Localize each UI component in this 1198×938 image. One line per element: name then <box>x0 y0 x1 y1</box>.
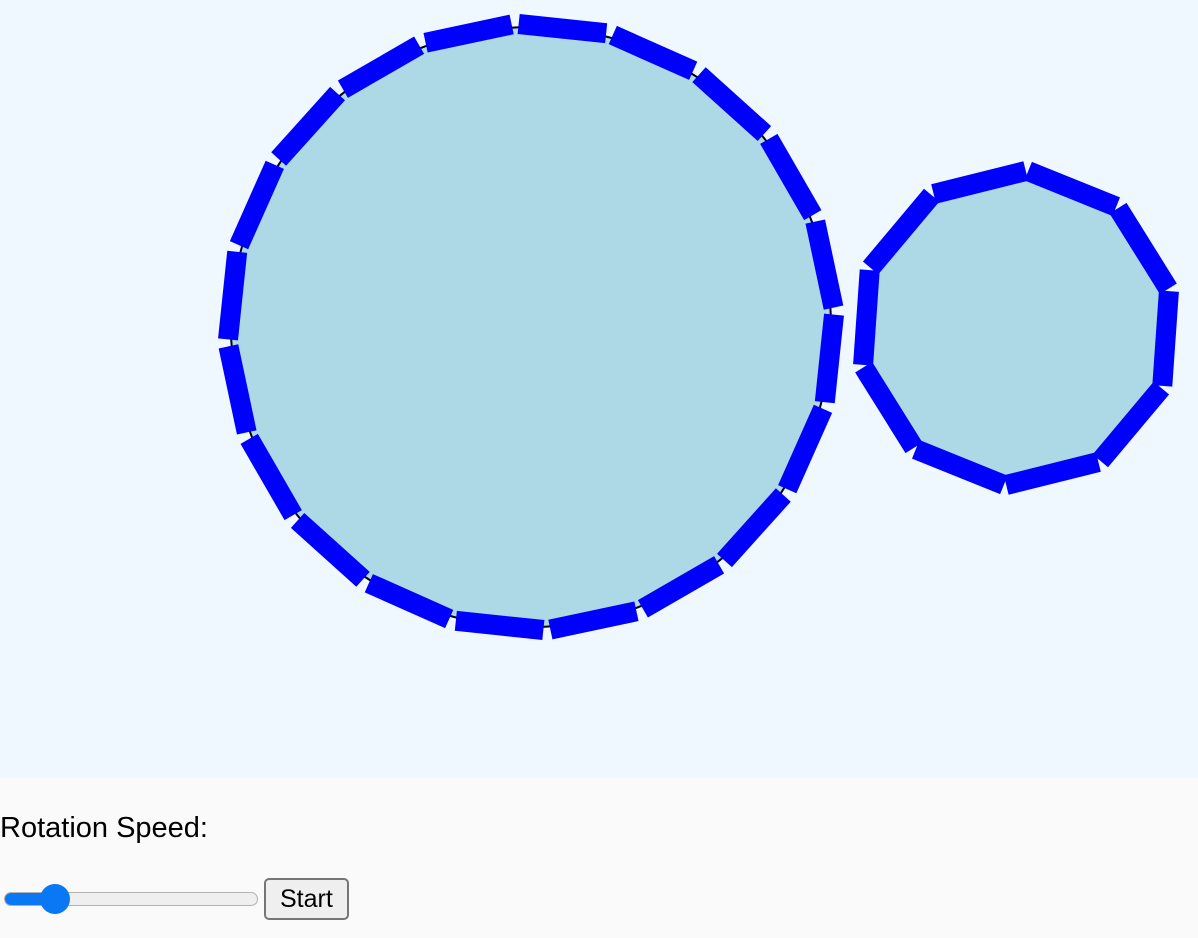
large-gear <box>218 14 844 640</box>
gear-canvas <box>0 0 1198 778</box>
start-button[interactable]: Start <box>264 878 349 920</box>
slider-thumb[interactable] <box>39 884 70 914</box>
control-bar: Start <box>0 878 349 928</box>
rotation-speed-label: Rotation Speed: <box>0 812 208 844</box>
rotation-speed-slider[interactable] <box>0 882 262 928</box>
small-gear <box>853 161 1179 495</box>
